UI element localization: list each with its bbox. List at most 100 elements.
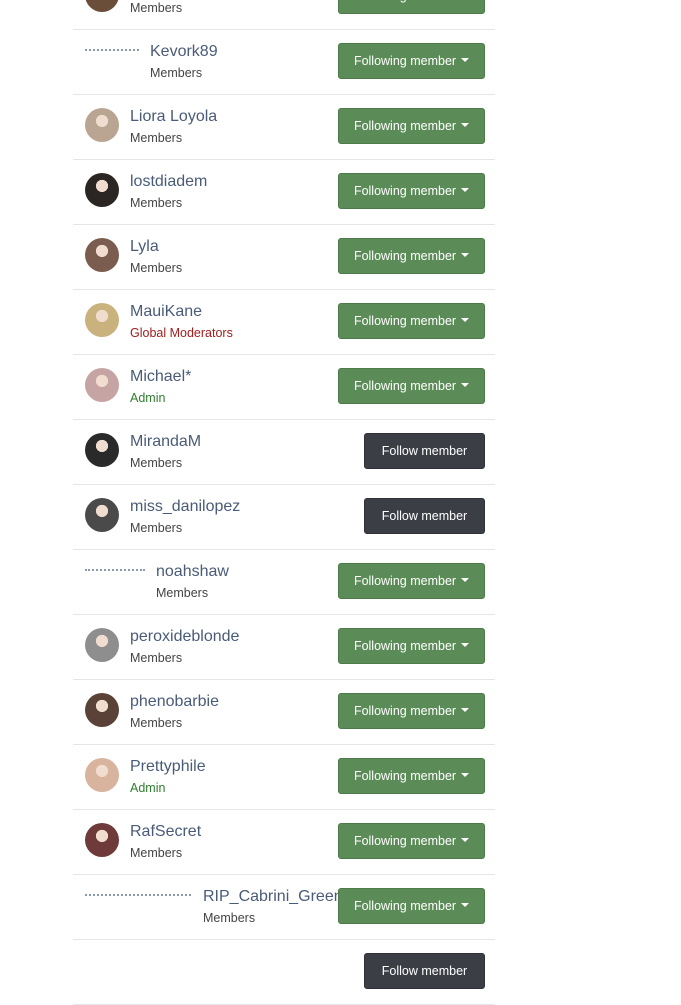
following-member-label: Following member (353, 704, 457, 718)
caret-down-icon (461, 58, 470, 62)
following-member-button[interactable]: Following member (338, 563, 485, 599)
following-member-button[interactable]: Following member (338, 173, 485, 209)
following-member-label: Following member (354, 0, 456, 3)
avatar[interactable] (85, 758, 119, 792)
caret-down-icon (461, 318, 470, 322)
avatar[interactable] (85, 823, 119, 857)
follow-member-label: Follow member (381, 964, 468, 978)
member-row: Members Following member (73, 0, 495, 30)
member-row: Michael* Admin Following member (73, 355, 495, 420)
avatar[interactable] (85, 0, 119, 12)
member-group: Admin (130, 781, 166, 795)
following-member-label: Following member (353, 769, 457, 783)
broken-avatar-image[interactable] (85, 569, 145, 571)
avatar[interactable] (85, 303, 119, 337)
member-row: MauiKane Global Moderators Following membe… (73, 290, 495, 355)
member-group: Members (130, 651, 183, 665)
caret-down-icon (461, 838, 470, 842)
member-group: Members (130, 716, 183, 730)
member-name-link[interactable]: MirandaM (130, 433, 201, 451)
member-name-link[interactable]: miss_danilopez (130, 498, 240, 516)
member-row: Lyla Members Following member (73, 225, 495, 290)
following-member-label: Following member (353, 639, 457, 653)
member-name-link[interactable]: MauiKane (130, 303, 202, 321)
avatar[interactable] (85, 368, 119, 402)
member-group: Members (130, 1, 183, 15)
following-member-button[interactable]: Following member (338, 238, 485, 274)
following-member-label: Following member (353, 119, 457, 133)
follow-member-button[interactable]: Follow member (364, 953, 485, 989)
member-group: Members (130, 131, 183, 145)
member-list: Members Following member Kevork89 Members Fo… (73, 0, 495, 1005)
following-member-button[interactable]: Following member (338, 823, 485, 859)
avatar[interactable] (85, 628, 119, 662)
following-member-button[interactable]: Following member (338, 758, 485, 794)
caret-down-icon (461, 188, 470, 192)
avatar[interactable] (85, 693, 119, 727)
following-member-label: Following member (353, 184, 457, 198)
caret-down-icon (461, 708, 470, 712)
following-member-button[interactable]: Following member (338, 0, 485, 14)
member-group: Members (203, 911, 256, 925)
following-member-label: Following member (353, 54, 457, 68)
member-group: Admin (130, 391, 166, 405)
member-row: Follow member (73, 940, 495, 1005)
follow-member-button[interactable]: Follow member (364, 498, 485, 534)
following-member-button[interactable]: Following member (338, 888, 485, 924)
member-name-link[interactable]: Kevork89 (150, 43, 218, 61)
avatar[interactable] (85, 433, 119, 467)
avatar[interactable] (85, 173, 119, 207)
following-member-button[interactable]: Following member (338, 693, 485, 729)
member-group: Members (130, 261, 183, 275)
broken-avatar-image[interactable] (85, 894, 191, 896)
broken-avatar-image[interactable] (85, 49, 139, 51)
member-group: Members (130, 196, 183, 210)
caret-down-icon (461, 253, 470, 257)
member-group: Members (130, 521, 183, 535)
member-name-link[interactable]: Michael* (130, 368, 191, 386)
member-group: Global Moderators (130, 326, 233, 340)
member-name-link[interactable]: Prettyphile (130, 758, 206, 776)
member-name-link[interactable]: Lyla (130, 238, 159, 256)
following-member-label: Following member (353, 574, 457, 588)
member-name-link[interactable]: RafSecret (130, 823, 201, 841)
avatar[interactable] (85, 498, 119, 532)
member-name-link[interactable]: RIP_Cabrini_Green (203, 888, 343, 906)
following-member-button[interactable]: Following member (338, 43, 485, 79)
member-row: peroxideblonde Members Following member (73, 615, 495, 680)
member-row: RIP_Cabrini_Green Members Following member (73, 875, 495, 940)
member-group: Members (156, 586, 209, 600)
member-name-link[interactable]: noahshaw (156, 563, 229, 581)
member-row: Kevork89 Members Following member (73, 30, 495, 95)
following-member-label: Following member (353, 379, 457, 393)
following-member-label: Following member (353, 314, 457, 328)
caret-down-icon (461, 903, 470, 907)
caret-down-icon (461, 773, 470, 777)
member-name-link[interactable]: phenobarbie (130, 693, 219, 711)
member-row: noahshaw Members Following member (73, 550, 495, 615)
caret-down-icon (461, 643, 470, 647)
following-member-label: Following member (353, 899, 457, 913)
member-group: Members (150, 66, 203, 80)
member-row: RafSecret Members Following member (73, 810, 495, 875)
follow-member-label: Follow member (381, 509, 468, 523)
member-name-link[interactable]: peroxideblonde (130, 628, 239, 646)
follow-member-button[interactable]: Follow member (364, 433, 485, 469)
member-row: lostdiadem Members Following member (73, 160, 495, 225)
avatar[interactable] (85, 238, 119, 272)
member-name-link[interactable]: Liora Loyola (130, 108, 217, 126)
following-member-label: Following member (353, 249, 457, 263)
member-row: MirandaM Members Follow member (73, 420, 495, 485)
member-row: miss_danilopez Members Follow member (73, 485, 495, 550)
following-member-button[interactable]: Following member (338, 628, 485, 664)
member-name-link[interactable]: lostdiadem (130, 173, 207, 191)
member-group: Members (130, 456, 183, 470)
member-row: Liora Loyola Members Following member (73, 95, 495, 160)
following-member-button[interactable]: Following member (338, 368, 485, 404)
avatar[interactable] (85, 108, 119, 142)
caret-down-icon (461, 578, 470, 582)
member-row: Prettyphile Admin Following member (73, 745, 495, 810)
follow-member-label: Follow member (381, 444, 468, 458)
following-member-button[interactable]: Following member (338, 303, 485, 339)
following-member-button[interactable]: Following member (338, 108, 485, 144)
